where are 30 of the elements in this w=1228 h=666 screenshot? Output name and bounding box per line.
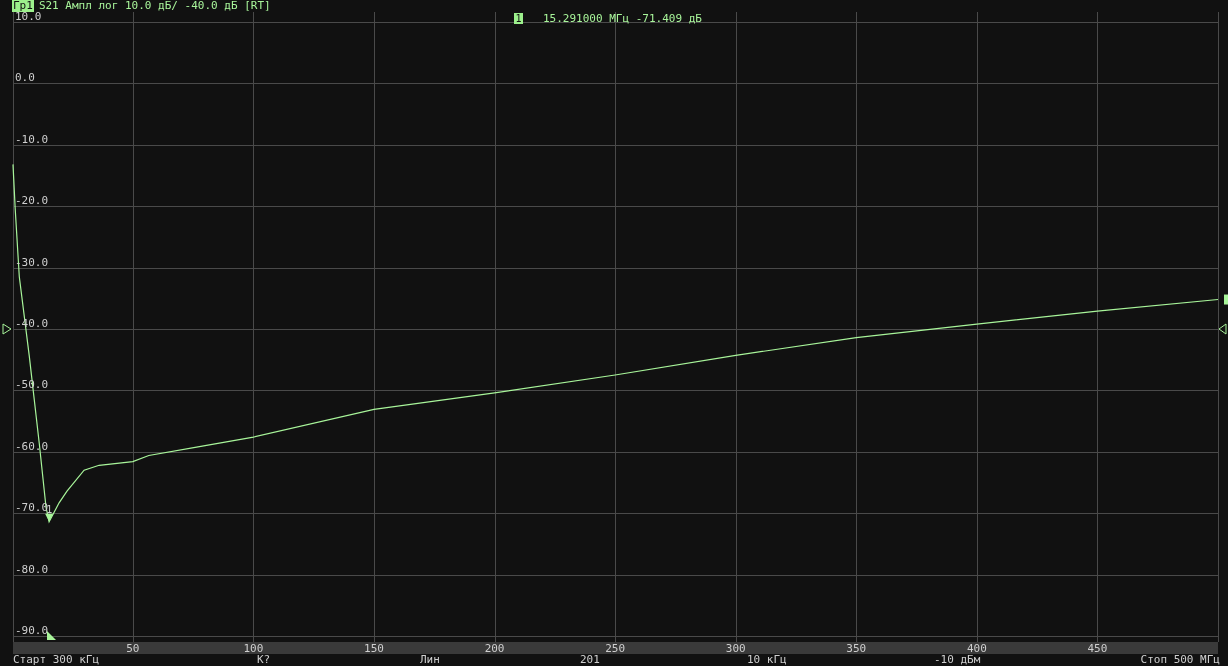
x-axis-label: 300 <box>725 642 746 654</box>
trace-level-indicator <box>1224 294 1228 305</box>
y-axis-label: 0.0 <box>15 71 35 85</box>
reference-level-icon <box>1218 323 1227 335</box>
x-axis-label: 250 <box>605 642 626 654</box>
x-axis-label: 150 <box>364 642 384 654</box>
trace-tag: Гр1 <box>12 0 34 12</box>
y-axis-label: -10.0 <box>15 132 49 146</box>
y-axis-label: 10.0 <box>15 12 42 23</box>
status-text: 10 кГц <box>747 654 788 666</box>
stimulus-marker-icon <box>47 631 56 640</box>
reference-level-icon <box>2 323 12 335</box>
x-axis-label: 450 <box>1087 642 1108 654</box>
status-text: 201 <box>580 654 601 666</box>
marker-readout: 1 15.291000 МГц -71.409 дБ <box>514 12 702 25</box>
y-axis-label: -80.0 <box>15 562 49 576</box>
annotation: 1 <box>46 503 53 515</box>
trace-settings: S21 Ампл лог 10.0 дБ/ -40.0 дБ [RT] <box>38 0 271 12</box>
x-axis-label: 100 <box>243 642 264 654</box>
x-axis-label: 400 <box>966 642 987 654</box>
status-text: Старт 300 кГц <box>13 654 101 666</box>
x-axis-label: 200 <box>484 642 505 654</box>
y-axis-label: -20.0 <box>15 194 49 208</box>
status-text: К? <box>257 654 272 666</box>
status-text: -10 дБм <box>934 654 982 666</box>
x-axis-label: 350 <box>846 642 867 654</box>
x-axis-label: 50 <box>126 642 140 654</box>
status-text: Лин <box>420 654 441 666</box>
y-axis-label: -90.0 <box>15 624 49 637</box>
status-text: Стоп 500 МГц <box>1140 654 1220 666</box>
